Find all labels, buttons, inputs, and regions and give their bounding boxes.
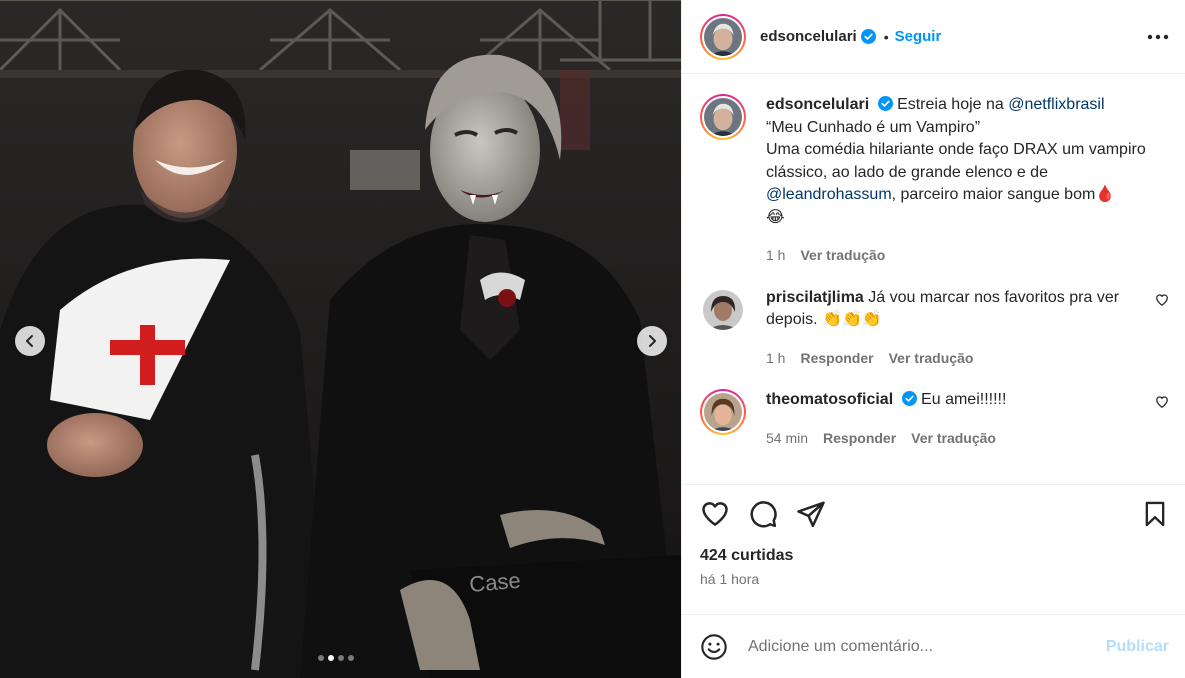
caption-story-ring[interactable]	[700, 94, 746, 140]
follow-button[interactable]: Seguir	[895, 28, 942, 45]
see-translation-button[interactable]: Ver tradução	[800, 244, 885, 267]
caption-username[interactable]: edsoncelulari	[766, 96, 869, 113]
comment-meta: 54 min Responder Ver tradução	[766, 427, 1145, 450]
caption-text: Estreia hoje na	[897, 96, 1009, 113]
verified-badge-icon	[877, 96, 893, 111]
comment-time[interactable]: 54 min	[766, 427, 808, 450]
avatar	[704, 17, 742, 56]
post-photo: Case	[0, 0, 681, 678]
caption-line: “Meu Cunhado é um Vampiro”	[766, 118, 981, 136]
emoji-icon	[701, 633, 727, 660]
comments-list[interactable]: edsoncelulari Estreia hoje na @netflixbr…	[682, 74, 1185, 484]
blood-drop-emoji: 🩸	[1095, 186, 1116, 203]
story-ring[interactable]	[700, 13, 746, 60]
svg-text:Case: Case	[468, 568, 521, 597]
mention-link[interactable]: @netflixbrasil	[1008, 96, 1104, 113]
chevron-left-icon	[26, 335, 33, 347]
bookmark-icon[interactable]	[1141, 499, 1169, 529]
carousel-prev-button[interactable]	[15, 326, 45, 356]
carousel-dot-active	[328, 655, 334, 661]
like-comment-heart-icon[interactable]	[1155, 293, 1169, 307]
comment-icon[interactable]	[748, 499, 778, 529]
emoji-button[interactable]	[700, 633, 728, 661]
carousel-dots	[318, 655, 354, 661]
carousel-dot	[348, 655, 354, 661]
post-time[interactable]: há 1 hora	[700, 571, 1169, 587]
comment-story-ring[interactable]	[700, 389, 746, 435]
caption-text: Uma comédia hilariante onde faço DRAX um…	[766, 141, 1146, 181]
post-side-panel: edsoncelulari • Seguir edsoncelulari Est…	[681, 0, 1185, 678]
comment-input[interactable]	[748, 637, 1106, 656]
share-icon[interactable]	[796, 499, 826, 529]
heart-icon[interactable]	[700, 499, 730, 529]
reply-button[interactable]: Responder	[800, 347, 873, 370]
carousel-dot	[338, 655, 344, 661]
avatar	[704, 393, 742, 431]
like-comment-heart-icon[interactable]	[1155, 395, 1169, 409]
header-username[interactable]: edsoncelulari	[760, 28, 857, 45]
comment-text: Eu amei!!!!!!	[921, 391, 1007, 408]
laughing-emoji: 😂	[766, 208, 785, 226]
comment-username[interactable]: theomatosoficial	[766, 391, 893, 408]
chevron-right-icon	[649, 335, 656, 347]
comment-time[interactable]: 1 h	[766, 347, 785, 370]
add-comment-bar: Publicar	[682, 614, 1185, 678]
post-media: Case	[0, 0, 681, 678]
comment-username[interactable]: priscilatjlima	[766, 289, 864, 306]
see-translation-button[interactable]: Ver tradução	[911, 427, 996, 450]
verified-badge-icon	[901, 391, 917, 406]
comment-item: priscilatjlima Já vou marcar nos favorit…	[700, 287, 1169, 370]
avatar	[704, 98, 742, 136]
caption-meta: 1 h Ver tradução	[766, 244, 1169, 267]
post-actions: 424 curtidas há 1 hora	[682, 484, 1185, 614]
reply-button[interactable]: Responder	[823, 427, 896, 450]
avatar[interactable]	[703, 289, 743, 330]
comment-item: theomatosoficial Eu amei!!!!!! 54 min Re…	[700, 389, 1169, 449]
more-options-icon	[1147, 34, 1169, 39]
see-translation-button[interactable]: Ver tradução	[889, 347, 974, 370]
post-header: edsoncelulari • Seguir	[682, 0, 1185, 74]
publish-button[interactable]: Publicar	[1106, 638, 1169, 656]
caption: edsoncelulari Estreia hoje na @netflixbr…	[700, 94, 1169, 267]
header-separator: •	[883, 28, 889, 45]
mention-link[interactable]: @leandrohassum	[766, 186, 892, 203]
more-options-button[interactable]	[1147, 34, 1169, 40]
carousel-next-button[interactable]	[637, 326, 667, 356]
post-modal: Case edsoncelulari • Seguir edsoncelular…	[0, 0, 1185, 678]
likes-count[interactable]: 424 curtidas	[700, 547, 1169, 565]
verified-badge-icon	[860, 29, 876, 44]
caption-body: edsoncelulari Estreia hoje na @netflixbr…	[766, 94, 1169, 267]
comment-meta: 1 h Responder Ver tradução	[766, 347, 1145, 370]
carousel-dot	[318, 655, 324, 661]
caption-time[interactable]: 1 h	[766, 244, 785, 267]
caption-text: , parceiro maior sangue bom	[891, 186, 1096, 203]
